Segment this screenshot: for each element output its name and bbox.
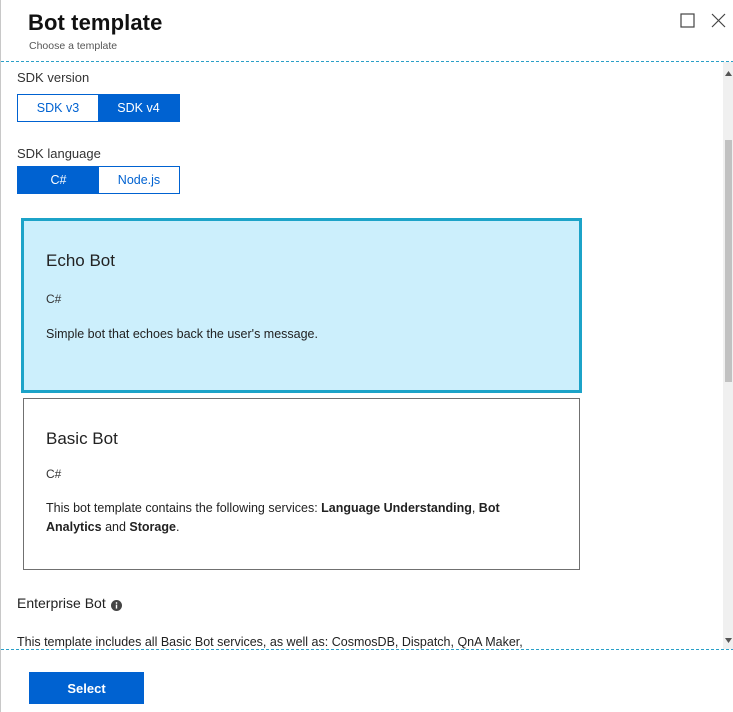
description-suffix: . [175, 520, 180, 534]
sdk-version-toggle: SDK v3 SDK v4 [17, 94, 180, 122]
description-separator: and [101, 520, 130, 534]
template-description: This bot template contains the following… [46, 499, 526, 537]
scroll-up-arrow-icon[interactable] [723, 66, 733, 76]
template-enterprise-bot[interactable]: Enterprise Bot [17, 595, 122, 611]
template-card-echo-bot[interactable]: Echo Bot C# Simple bot that echoes back … [21, 218, 582, 393]
template-title: Basic Bot [46, 429, 118, 448]
description-text: This bot template contains the following… [46, 501, 322, 515]
blade-header: Bot template Choose a template [1, 0, 733, 62]
blade-subtitle: Choose a template [29, 40, 118, 52]
service-language-understanding: Language Understanding [321, 501, 472, 515]
csharp-option[interactable]: C# [18, 167, 99, 193]
bot-template-blade: Bot template Choose a template SDK versi… [0, 0, 733, 712]
blade-footer: Select [1, 650, 733, 712]
nodejs-option[interactable]: Node.js [99, 167, 179, 193]
close-icon[interactable] [708, 10, 730, 32]
service-storage: Storage [129, 520, 176, 534]
sdk-language-toggle: C# Node.js [17, 166, 180, 194]
template-title: Echo Bot [46, 251, 115, 270]
info-icon[interactable] [110, 598, 122, 611]
sdk-version-label: SDK version [17, 70, 90, 85]
blade-title: Bot template [28, 10, 163, 35]
maximize-icon[interactable] [677, 10, 699, 32]
template-language: C# [46, 292, 62, 306]
scroll-down-arrow-icon[interactable] [723, 632, 733, 643]
scrollbar-thumb[interactable] [725, 140, 732, 382]
template-language: C# [46, 467, 62, 481]
template-description: Simple bot that echoes back the user's m… [46, 327, 318, 341]
enterprise-description: This template includes all Basic Bot ser… [17, 635, 523, 649]
blade-content: SDK version SDK v3 SDK v4 SDK language C… [1, 62, 723, 649]
sdk-language-label: SDK language [17, 146, 101, 161]
template-title: Enterprise Bot [17, 595, 106, 611]
select-button[interactable]: Select [29, 672, 144, 704]
description-separator: , [471, 501, 479, 515]
sdk-v4-option[interactable]: SDK v4 [98, 95, 179, 121]
vertical-scrollbar[interactable] [723, 62, 733, 649]
template-card-basic-bot[interactable]: Basic Bot C# This bot template contains … [23, 398, 580, 570]
sdk-v3-option[interactable]: SDK v3 [18, 95, 98, 121]
